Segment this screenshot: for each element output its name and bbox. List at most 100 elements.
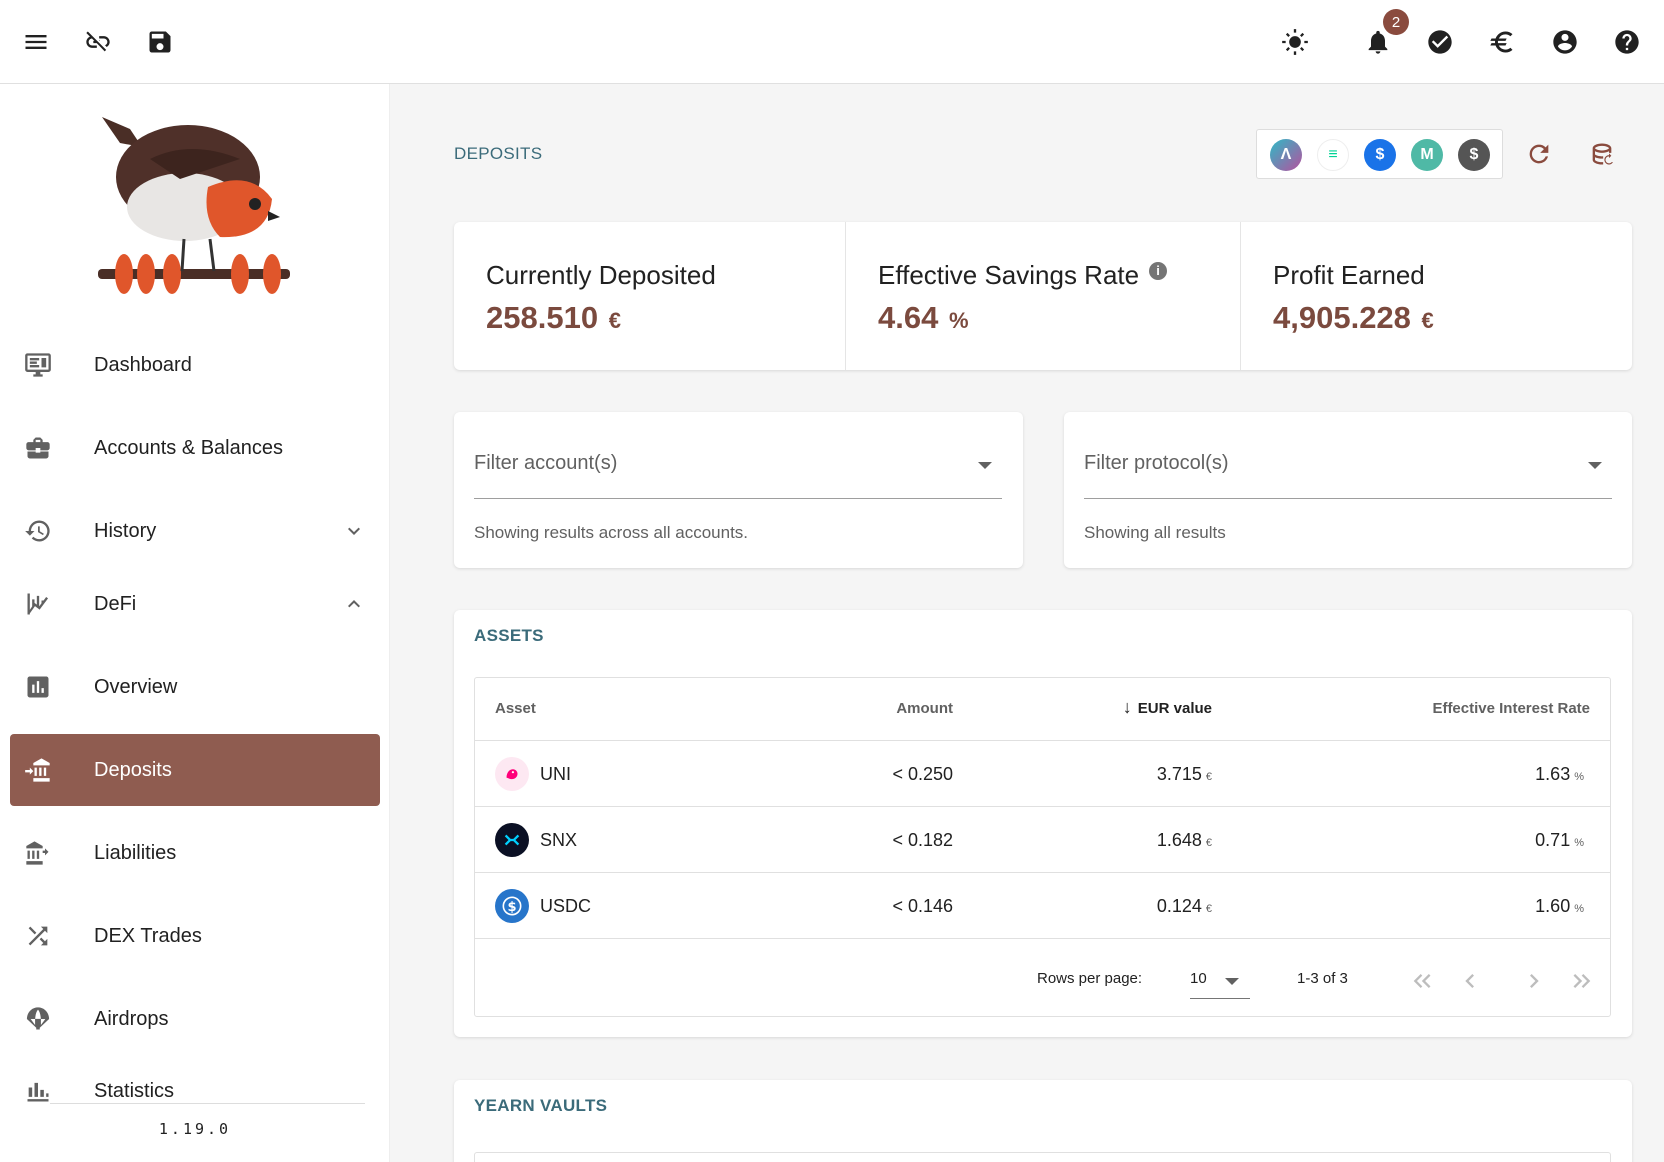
- sidebar-item-label: Statistics: [94, 1079, 175, 1102]
- last-page-icon[interactable]: [1567, 967, 1595, 995]
- sidebar-item-defi[interactable]: DeFi: [10, 568, 380, 640]
- robin-logo: [98, 117, 290, 294]
- rows-per-page-label: Rows per page:: [1037, 970, 1143, 987]
- stat-unit: €: [1421, 308, 1434, 333]
- asset-symbol: SNX: [540, 830, 578, 850]
- sidebar-item-label: DEX Trades: [94, 924, 202, 947]
- column-header-eur-value[interactable]: ↓ EUR value: [1123, 698, 1212, 717]
- rate-number: 1.63: [1535, 764, 1571, 784]
- table-row[interactable]: SNX < 0.182 1.648 € 0.71%: [475, 807, 1610, 873]
- value-number: 3.715: [1156, 764, 1202, 784]
- dropdown-arrow-icon[interactable]: [1588, 462, 1602, 469]
- filter-accounts-select[interactable]: Filter account(s): [474, 452, 617, 475]
- refresh-icon[interactable]: [1521, 136, 1557, 172]
- effective-savings-rate-stat: Effective Savings Rate i 4.64 %: [846, 222, 1240, 370]
- section-title: ASSETS: [474, 626, 544, 645]
- help-icon[interactable]: [1605, 20, 1649, 64]
- svg-text:$: $: [507, 900, 516, 915]
- account-filter-card: Filter account(s) Showing results across…: [454, 412, 1023, 568]
- sidebar-item-statistics[interactable]: Statistics: [10, 1055, 380, 1127]
- sidebar-item-label: Overview: [94, 675, 178, 698]
- protocol-icons-bar: Λ ≡ $ M $: [1256, 129, 1503, 179]
- asset-eur-value: 0.124 €: [1157, 896, 1212, 917]
- value-unit: €: [1205, 771, 1212, 783]
- theme-toggle-icon[interactable]: [1273, 20, 1317, 64]
- top-app-bar: 2: [0, 0, 1664, 84]
- rate-unit: %: [1574, 903, 1584, 915]
- sidebar-item-airdrops[interactable]: Airdrops: [10, 983, 380, 1055]
- pinned-tasks-check-icon[interactable]: [1418, 20, 1462, 64]
- link-off-icon[interactable]: [76, 20, 120, 64]
- column-header-amount[interactable]: Amount: [896, 700, 953, 717]
- rows-per-page-select[interactable]: 10: [1190, 970, 1207, 987]
- asset-eur-value: 1.648 €: [1157, 830, 1212, 851]
- aave-icon[interactable]: Λ: [1270, 139, 1302, 171]
- value-number: 1.648: [1156, 830, 1202, 850]
- stat-title: Profit Earned: [1273, 260, 1425, 290]
- dsr-icon[interactable]: $: [1364, 139, 1396, 171]
- stat-amount: 4.64: [878, 300, 939, 335]
- chevron-up-icon: [342, 592, 366, 616]
- stat-value: 258.510 €: [486, 300, 621, 336]
- stat-amount: 4,905.228: [1273, 300, 1411, 335]
- stat-value: 4.64 %: [878, 300, 969, 336]
- menu-icon[interactable]: [14, 20, 58, 64]
- info-icon[interactable]: i: [1149, 262, 1168, 280]
- chart-line-icon: [22, 588, 54, 620]
- sidebar-item-overview[interactable]: Overview: [10, 651, 380, 723]
- account-circle-icon[interactable]: [1543, 20, 1587, 64]
- table-row[interactable]: $ USDC < 0.146 0.124 € 1.60%: [475, 873, 1610, 939]
- value-unit: €: [1205, 903, 1212, 915]
- sidebar-item-dashboard[interactable]: Dashboard: [10, 329, 380, 401]
- currency-euro-icon[interactable]: [1480, 20, 1524, 64]
- value-number: 0.124: [1156, 896, 1202, 916]
- asset-eur-value: 3.715 €: [1157, 764, 1212, 785]
- value-unit: €: [1205, 837, 1212, 849]
- bank-transfer-out-icon: [22, 837, 54, 869]
- sidebar-item-label: History: [94, 519, 157, 542]
- bar-chart-box-icon: [22, 671, 54, 703]
- dropdown-arrow-icon[interactable]: [1225, 978, 1239, 985]
- rate-unit: %: [1574, 837, 1584, 849]
- sidebar-item-history[interactable]: History: [10, 495, 380, 567]
- maker-icon[interactable]: M: [1411, 139, 1443, 171]
- monitor-dashboard-icon: [22, 349, 54, 381]
- stat-amount: 258.510: [486, 300, 599, 335]
- asset-amount: < 0.250: [892, 764, 953, 784]
- rate-unit: %: [1574, 771, 1584, 783]
- filter-hint: Showing all results: [1084, 523, 1226, 542]
- history-icon: [22, 515, 54, 547]
- asset-amount: < 0.146: [892, 896, 953, 916]
- stats-card: Currently Deposited 258.510 € Effective …: [454, 222, 1632, 370]
- sidebar-item-label: DeFi: [94, 592, 137, 615]
- dropdown-arrow-icon[interactable]: [978, 462, 992, 469]
- filter-protocols-select[interactable]: Filter protocol(s): [1084, 452, 1228, 475]
- sidebar-item-label: Accounts & Balances: [94, 436, 283, 459]
- first-page-icon[interactable]: [1409, 967, 1437, 995]
- bank-transfer-in-icon: [22, 754, 54, 786]
- next-page-icon[interactable]: [1520, 967, 1548, 995]
- page-title: DEPOSITS: [454, 144, 543, 163]
- sidebar-item-deposits[interactable]: Deposits: [10, 734, 380, 806]
- asset-symbol: USDC: [540, 896, 592, 916]
- database-refresh-icon[interactable]: [1584, 136, 1620, 172]
- compound-icon[interactable]: ≡: [1317, 139, 1349, 171]
- sidebar-item-label: Deposits: [94, 758, 172, 781]
- column-header-asset[interactable]: Asset: [495, 700, 536, 717]
- column-header-rate[interactable]: Effective Interest Rate: [1432, 700, 1590, 717]
- sidebar-item-dex-trades[interactable]: DEX Trades: [10, 900, 380, 972]
- select-underline: [474, 498, 1002, 499]
- protocol-filter-card: Filter protocol(s) Showing all results: [1064, 412, 1632, 568]
- yearn-vaults-card: YEARN VAULTS: [454, 1080, 1632, 1162]
- briefcase-icon: [22, 432, 54, 464]
- previous-page-icon[interactable]: [1456, 967, 1484, 995]
- currently-deposited-stat: Currently Deposited 258.510 €: [454, 222, 845, 370]
- sidebar-item-accounts-balances[interactable]: Accounts & Balances: [10, 412, 380, 484]
- usdc-token-icon: $: [495, 889, 529, 923]
- profit-earned-stat: Profit Earned 4,905.228 €: [1241, 222, 1632, 370]
- stat-unit: €: [608, 308, 621, 333]
- yearn-icon[interactable]: $: [1458, 139, 1490, 171]
- save-icon[interactable]: [138, 20, 182, 64]
- sidebar-item-liabilities[interactable]: Liabilities: [10, 817, 380, 889]
- table-row[interactable]: UNI < 0.250 3.715 € 1.63%: [475, 741, 1610, 807]
